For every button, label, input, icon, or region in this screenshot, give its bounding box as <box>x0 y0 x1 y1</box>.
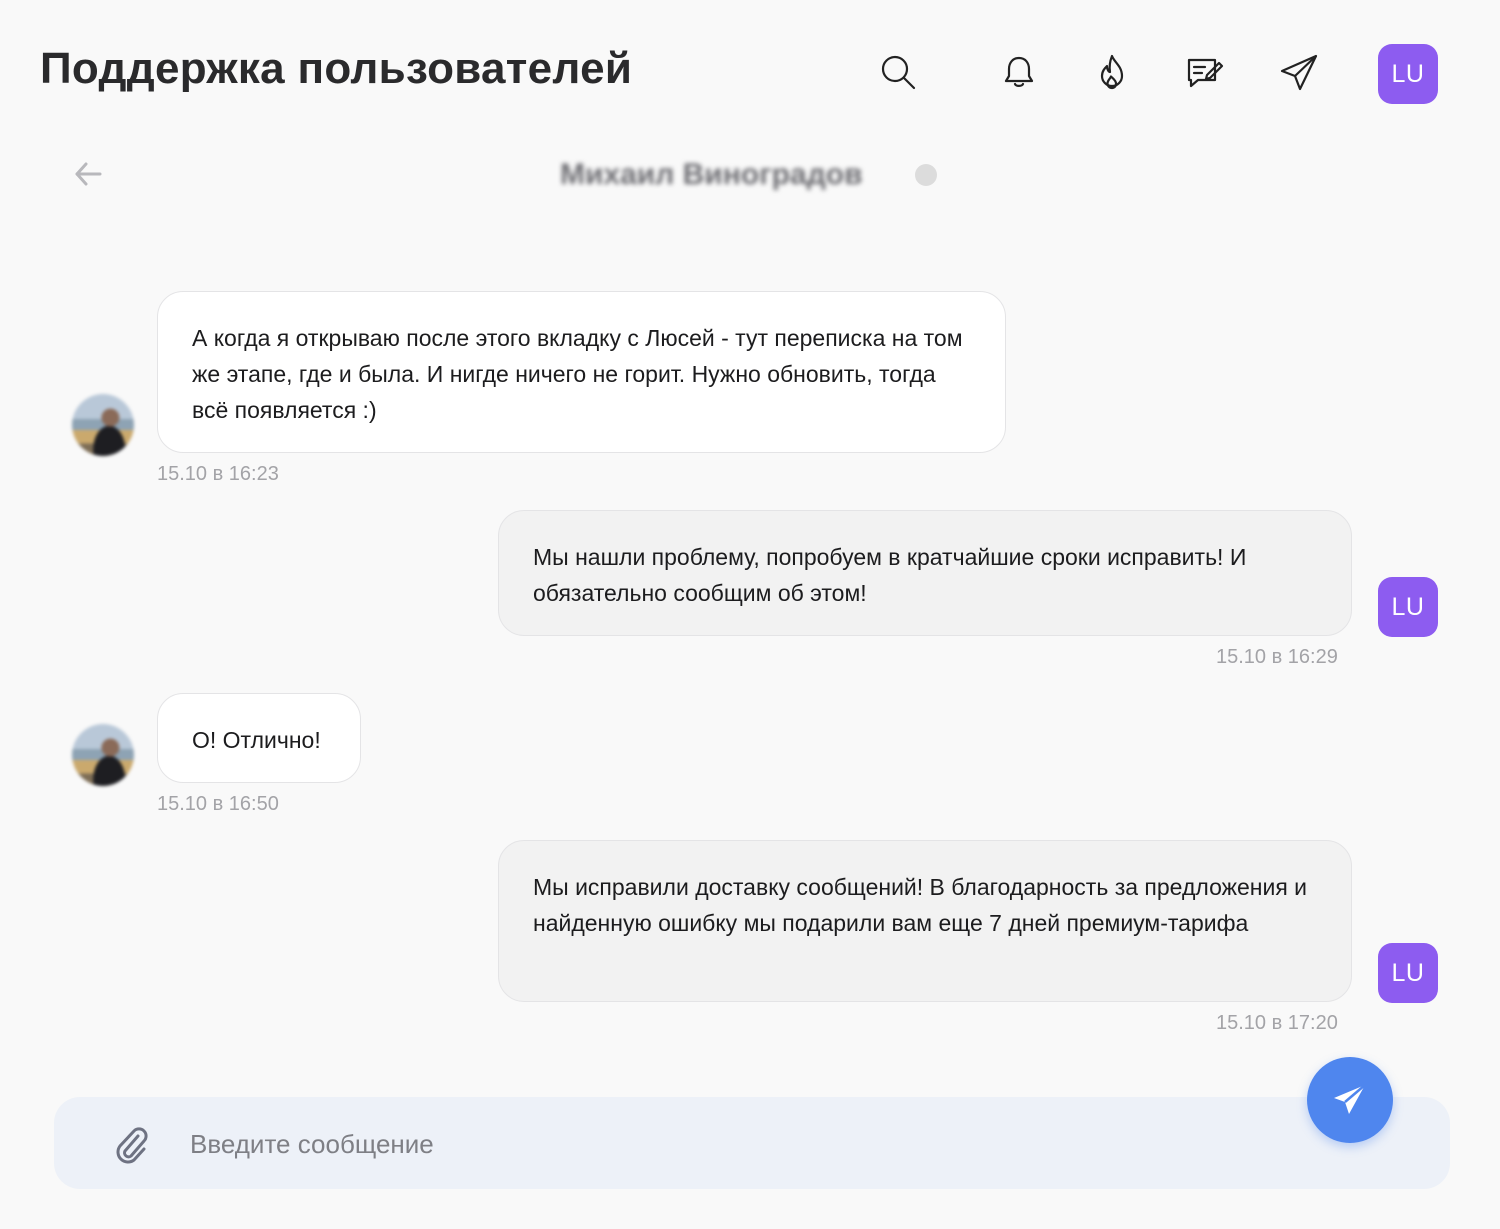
send-button[interactable] <box>1307 1057 1393 1143</box>
bell-icon[interactable] <box>997 50 1041 94</box>
message-text: Мы нашли проблему, попробуем в кратчайши… <box>533 544 1247 606</box>
user-avatar[interactable]: LU <box>1378 44 1438 104</box>
message-incoming: А когда я открываю после этого вкладку с… <box>157 291 1006 453</box>
back-arrow-icon[interactable] <box>70 158 106 190</box>
top-header: Поддержка пользователей LU <box>0 0 1500 140</box>
paper-plane-icon[interactable] <box>1277 50 1321 94</box>
message-timestamp: 15.10 в 16:50 <box>157 793 279 815</box>
contact-avatar[interactable] <box>72 724 134 786</box>
message-timestamp: 15.10 в 17:20 <box>1216 1012 1338 1034</box>
search-icon[interactable] <box>876 50 920 94</box>
message-timestamp: 15.10 в 16:23 <box>157 463 279 485</box>
chat-edit-icon[interactable] <box>1183 50 1227 94</box>
message-outgoing: Мы нашли проблему, попробуем в кратчайши… <box>498 510 1352 636</box>
send-icon <box>1334 1084 1366 1114</box>
message-text: А когда я открываю после этого вкладку с… <box>192 325 963 423</box>
message-text: Мы исправили доставку сообщений! В благо… <box>533 874 1308 936</box>
message-timestamp: 15.10 в 16:29 <box>1216 646 1338 668</box>
message-text: О! Отлично! <box>192 727 321 753</box>
status-indicator <box>915 164 937 186</box>
page-title: Поддержка пользователей <box>40 44 633 93</box>
fire-icon[interactable] <box>1090 50 1134 94</box>
user-avatar: LU <box>1378 577 1438 637</box>
contact-name[interactable]: Михаил Виноградов <box>560 158 900 192</box>
user-avatar: LU <box>1378 943 1438 1003</box>
paperclip-icon[interactable] <box>108 1120 152 1168</box>
contact-avatar[interactable] <box>72 394 134 456</box>
message-incoming: О! Отлично! <box>157 693 361 783</box>
message-outgoing: Мы исправили доставку сообщений! В благо… <box>498 840 1352 1002</box>
message-input[interactable] <box>190 1122 1270 1166</box>
